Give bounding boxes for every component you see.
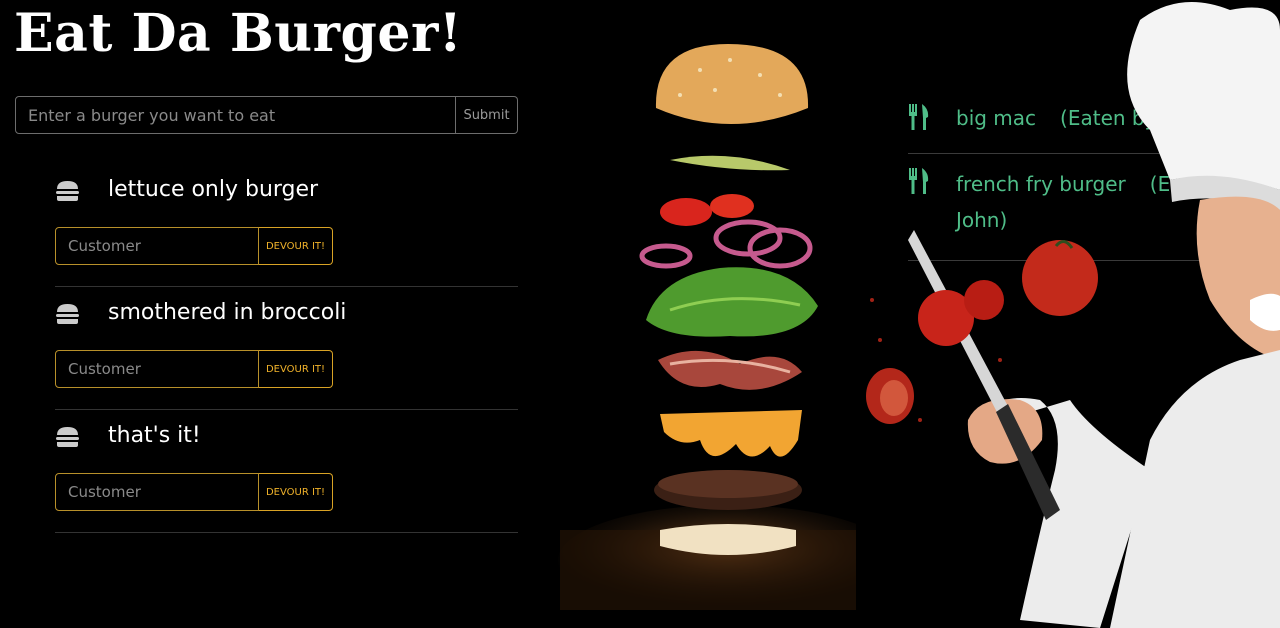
devour-form: DEVOUR IT! [55, 473, 333, 511]
page-title: Eat Da Burger! [14, 3, 463, 64]
list-item: lettuce only burger DEVOUR IT! [55, 164, 518, 287]
submit-button[interactable]: Submit [456, 96, 518, 134]
list-item: that's it! DEVOUR IT! [55, 410, 518, 533]
devour-form: DEVOUR IT! [55, 227, 333, 265]
burger-name: lettuce only burger [108, 177, 319, 202]
list-item: smothered in broccoli DEVOUR IT! [55, 287, 518, 410]
customer-input[interactable] [55, 473, 259, 511]
burger-name: that's it! [108, 423, 201, 448]
burger-icon [56, 181, 79, 201]
devour-form: DEVOUR IT! [55, 350, 333, 388]
burger-name: smothered in broccoli [108, 300, 347, 325]
burger-name-input[interactable] [15, 96, 456, 134]
chef-illustration [866, 2, 1280, 628]
customer-input[interactable] [55, 350, 259, 388]
add-burger-form: Submit [15, 96, 518, 134]
burger-icon [56, 427, 79, 447]
devour-button[interactable]: DEVOUR IT! [259, 473, 333, 511]
burger-icon [56, 304, 79, 324]
devour-button[interactable]: DEVOUR IT! [259, 350, 333, 388]
customer-input[interactable] [55, 227, 259, 265]
uneaten-burger-list: lettuce only burger DEVOUR IT! smothered… [55, 164, 518, 533]
burger-illustration [558, 44, 856, 615]
devour-button[interactable]: DEVOUR IT! [259, 227, 333, 265]
